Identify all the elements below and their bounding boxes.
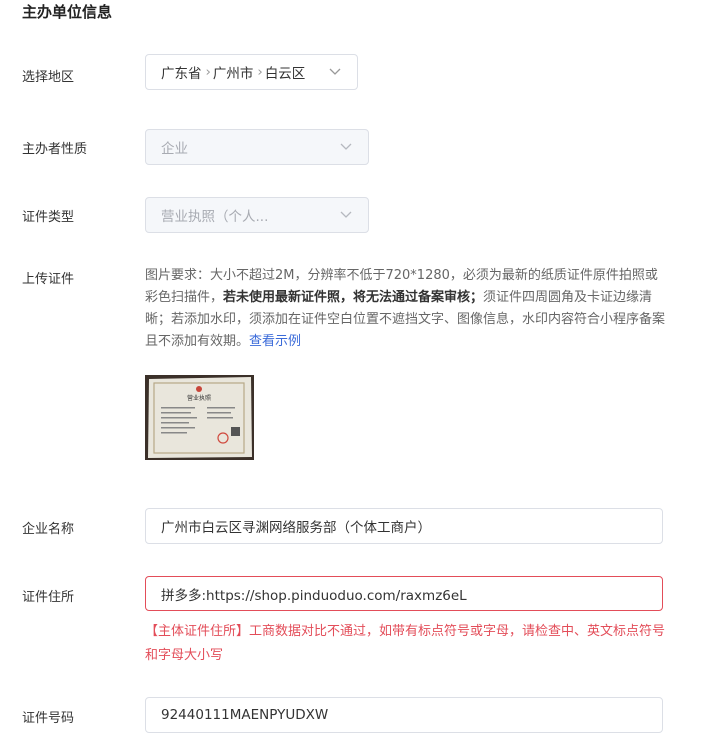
cert-address-value: 拼多多:https://shop.pinduoduo.com/raxmz6eL [161,587,467,604]
chevron-down-icon [329,68,341,75]
region-city: 广州市 [212,66,254,82]
upload-label: 上传证件 [22,272,75,287]
breadcrumb-separator-icon: › [257,64,263,80]
cert-type-value: 营业执照（个人... [161,209,269,225]
view-example-link[interactable]: 查看示例 [249,334,301,349]
host-nature-label: 主办者性质 [22,142,88,157]
company-name-value: 广州市白云区寻渊网络服务部（个体工商户） [161,520,431,536]
breadcrumb-separator-icon: › [205,64,211,80]
certificate-thumbnail[interactable]: 营业执照 [145,375,254,460]
region-district: 白云区 [264,66,306,82]
company-name-input[interactable]: 广州市白云区寻渊网络服务部（个体工商户） [145,508,663,544]
host-nature-select[interactable]: 企业 [145,129,369,165]
region-label: 选择地区 [22,70,75,85]
host-nature-value: 企业 [161,141,188,157]
company-name-label: 企业名称 [22,522,75,537]
upload-desc-bold: 若未使用最新证件照，将无法通过备案审核； [223,290,484,305]
chevron-down-icon [340,211,352,218]
chevron-down-icon [340,143,352,150]
upload-requirements: 图片要求：大小不超过2M，分辨率不低于720*1280，必须为最新的纸质证件原件… [145,265,670,353]
section-title: 主办单位信息 [22,3,113,21]
thumbnail-heading: 营业执照 [187,394,211,402]
cert-number-label: 证件号码 [22,711,75,726]
cert-address-label: 证件住所 [22,590,75,605]
cert-number-input[interactable]: 92440111MAENPYUDXW [145,697,663,733]
cert-address-error: 【主体证件住所】工商数据对比不通过，如带有标点符号或字母，请检查中、英文标点符号… [145,624,666,663]
cert-type-select[interactable]: 营业执照（个人... [145,197,369,233]
region-select[interactable]: 广东省 › 广州市 › 白云区 [145,54,358,90]
cert-type-label: 证件类型 [22,210,75,225]
cert-number-value: 92440111MAENPYUDXW [161,707,329,723]
region-province: 广东省 [161,66,202,82]
cert-address-input[interactable]: 拼多多:https://shop.pinduoduo.com/raxmz6eL [145,576,663,611]
